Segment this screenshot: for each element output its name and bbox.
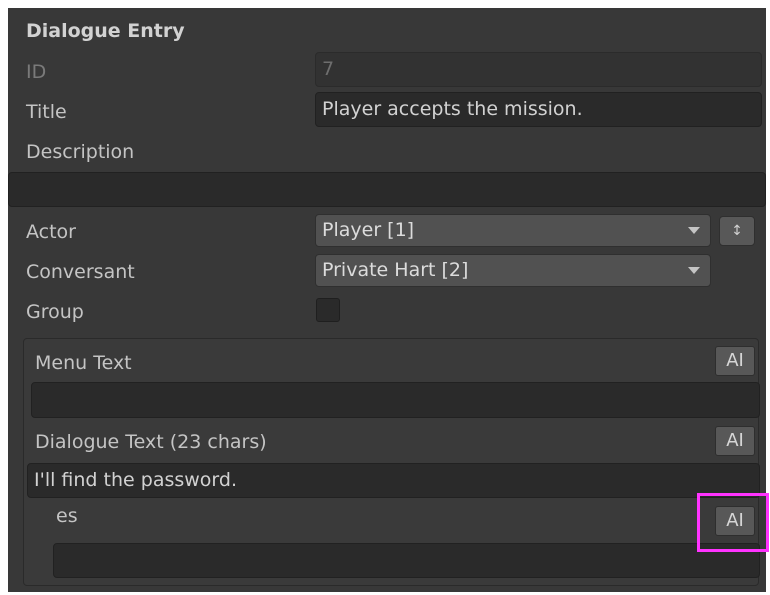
dialogue-text-label: Dialogue Text (23 chars) xyxy=(35,431,267,453)
actor-dropdown[interactable]: Player [1] xyxy=(315,214,711,247)
id-label: ID xyxy=(26,61,47,83)
conversant-label: Conversant xyxy=(26,261,135,283)
dialogue-entry-inspector: Dialogue Entry ID 7 Title Player accepts… xyxy=(8,8,766,592)
group-label: Group xyxy=(26,301,84,323)
menu-text-label: Menu Text xyxy=(35,352,132,374)
group-checkbox[interactable] xyxy=(316,298,340,322)
chevron-down-icon xyxy=(688,227,700,234)
section-title: Dialogue Entry xyxy=(26,20,185,42)
highlight-box xyxy=(697,493,769,552)
description-label: Description xyxy=(26,141,135,163)
title-label: Title xyxy=(26,101,67,123)
es-text-field[interactable] xyxy=(53,543,760,578)
actor-label: Actor xyxy=(26,221,76,243)
dialogue-text-field[interactable]: I'll find the password. xyxy=(27,463,760,498)
conversant-dropdown-value: Private Hart [2] xyxy=(322,259,469,281)
description-field[interactable] xyxy=(8,172,766,207)
title-field[interactable]: Player accepts the mission. xyxy=(315,92,762,127)
actor-stepper-button[interactable]: ↕ xyxy=(719,216,755,246)
menu-text-field[interactable] xyxy=(31,382,760,418)
es-label: es xyxy=(56,505,78,527)
up-down-stepper-icon: ↕ xyxy=(731,223,743,239)
conversant-dropdown[interactable]: Private Hart [2] xyxy=(315,254,711,287)
actor-dropdown-value: Player [1] xyxy=(322,219,415,241)
menu-text-ai-button[interactable]: AI xyxy=(715,346,755,376)
chevron-down-icon xyxy=(688,267,700,274)
id-field: 7 xyxy=(315,52,762,87)
dialogue-text-ai-button[interactable]: AI xyxy=(715,426,755,456)
